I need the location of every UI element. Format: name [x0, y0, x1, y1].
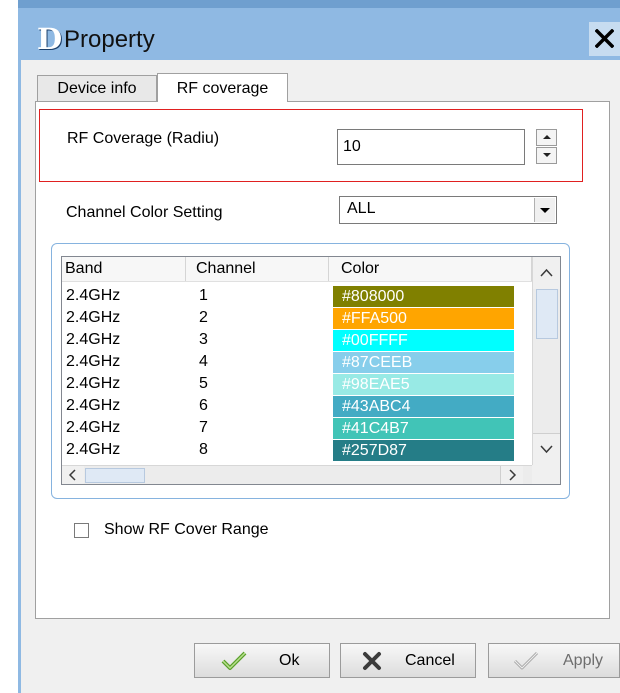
scroll-up-button[interactable]	[533, 257, 560, 289]
table-row[interactable]: 2.4GHz 1 #808000	[62, 285, 532, 307]
channel-color-setting-select[interactable]: ALL	[339, 196, 557, 224]
channel-cell: 3	[199, 331, 208, 348]
color-cell[interactable]: #00FFFF	[333, 330, 514, 351]
column-header-color[interactable]: Color	[329, 257, 532, 281]
band-cell: 2.4GHz	[66, 309, 121, 326]
channel-cell: 4	[199, 353, 208, 370]
apply-button[interactable]: Apply	[488, 643, 620, 678]
checkmark-icon	[513, 651, 539, 670]
channel-cell: 2	[199, 309, 208, 326]
band-cell: 2.4GHz	[66, 441, 121, 458]
table-row[interactable]: 2.4GHz 7 #41C4B7	[62, 417, 532, 439]
checkmark-icon	[221, 651, 247, 670]
chevron-up-icon	[540, 268, 553, 277]
show-rf-cover-range-label[interactable]: Show RF Cover Range	[104, 521, 269, 539]
window-title: Property	[64, 26, 155, 53]
tab-rf-coverage[interactable]: RF coverage	[157, 73, 288, 102]
table-row[interactable]: 2.4GHz 3 #00FFFF	[62, 329, 532, 351]
channel-color-setting-label: Channel Color Setting	[66, 204, 223, 221]
color-cell[interactable]: #43ABC4	[333, 396, 514, 417]
header-divider	[62, 281, 532, 282]
column-header-channel[interactable]: Channel	[186, 257, 329, 281]
vertical-scroll-thumb[interactable]	[536, 289, 558, 339]
column-header-band[interactable]: Band	[62, 257, 186, 281]
channel-cell: 6	[199, 397, 208, 414]
cancel-button[interactable]: Cancel	[340, 643, 476, 678]
title-bar-strip	[18, 0, 620, 8]
vertical-scrollbar[interactable]	[532, 257, 560, 465]
rf-coverage-increment-button[interactable]	[536, 129, 557, 146]
chevron-down-icon	[543, 153, 551, 157]
band-cell: 2.4GHz	[66, 353, 121, 370]
scroll-left-button[interactable]	[62, 466, 84, 484]
band-cell: 2.4GHz	[66, 331, 121, 348]
ok-button-label: Ok	[279, 652, 300, 669]
color-cell[interactable]: #FFA500	[333, 308, 514, 329]
window-left-edge	[18, 60, 21, 693]
channel-cell: 1	[199, 287, 208, 304]
band-cell: 2.4GHz	[66, 419, 121, 436]
channel-rows: 2.4GHz 1 #808000 2.4GHz 2 #FFA500 2.4GHz 3 #00…	[62, 285, 532, 465]
title-bar[interactable]: D Property	[18, 0, 620, 60]
show-rf-cover-range-checkbox[interactable]	[74, 523, 89, 538]
chevron-up-icon	[543, 135, 551, 139]
channel-cell: 8	[199, 441, 208, 458]
channel-cell: 7	[199, 419, 208, 436]
rf-coverage-input[interactable]: 10	[337, 129, 525, 165]
cancel-button-label: Cancel	[405, 652, 455, 669]
channel-color-listview[interactable]: Band Channel Color 2.4GHz 1 #808000 2.4GHz…	[61, 256, 561, 485]
chevron-left-icon	[68, 469, 76, 481]
scrollbar-corner	[532, 465, 560, 484]
color-cell[interactable]: #41C4B7	[333, 418, 514, 439]
cancel-x-icon	[363, 652, 381, 670]
rf-coverage-label: RF Coverage (Radiu)	[67, 130, 220, 147]
band-cell: 2.4GHz	[66, 287, 121, 304]
horizontal-scrollbar[interactable]	[62, 465, 532, 484]
band-cell: 2.4GHz	[66, 397, 121, 414]
scroll-right-button[interactable]	[500, 466, 523, 484]
close-icon	[595, 29, 614, 48]
channel-cell: 5	[199, 375, 208, 392]
ok-button[interactable]: Ok	[194, 643, 330, 678]
chevron-down-icon	[540, 445, 553, 454]
dropdown-button[interactable]	[534, 198, 555, 222]
table-row[interactable]: 2.4GHz 5 #98EAE5	[62, 373, 532, 395]
table-row[interactable]: 2.4GHz 8 #257D87	[62, 439, 532, 461]
chevron-right-icon	[509, 469, 517, 481]
rf-coverage-decrement-button[interactable]	[536, 147, 557, 164]
color-cell[interactable]: #98EAE5	[333, 374, 514, 395]
tab-device-info[interactable]: Device info	[37, 75, 157, 101]
horizontal-scroll-thumb[interactable]	[85, 468, 145, 483]
channel-color-setting-value: ALL	[347, 200, 376, 217]
apply-button-label: Apply	[563, 652, 604, 669]
color-cell[interactable]: #808000	[333, 286, 514, 307]
chevron-down-icon	[540, 208, 550, 213]
color-cell[interactable]: #257D87	[333, 440, 514, 461]
scroll-down-button[interactable]	[533, 433, 560, 465]
app-logo-icon: D	[37, 22, 63, 56]
table-row[interactable]: 2.4GHz 2 #FFA500	[62, 307, 532, 329]
band-cell: 2.4GHz	[66, 375, 121, 392]
close-button[interactable]	[589, 22, 620, 56]
table-row[interactable]: 2.4GHz 6 #43ABC4	[62, 395, 532, 417]
color-cell[interactable]: #87CEEB	[333, 352, 514, 373]
table-row[interactable]: 2.4GHz 4 #87CEEB	[62, 351, 532, 373]
